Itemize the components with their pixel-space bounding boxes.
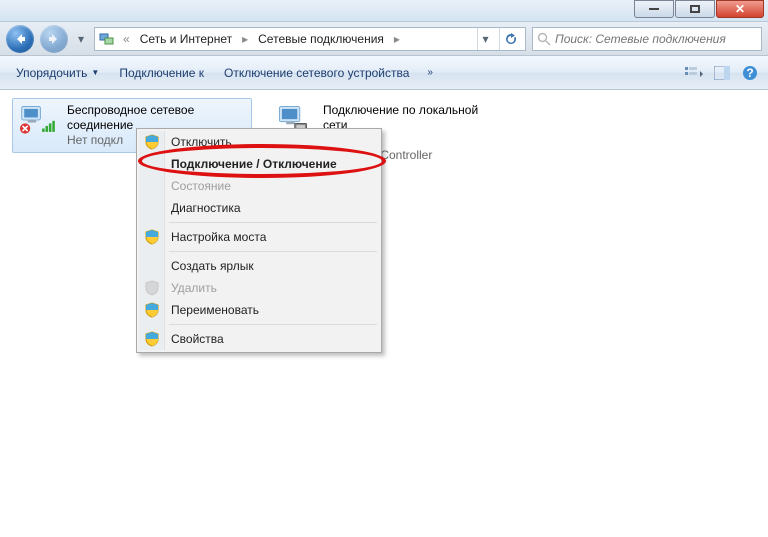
shield-icon — [144, 134, 160, 150]
svg-text:?: ? — [746, 66, 753, 80]
ctx-label: Настройка моста — [171, 230, 266, 244]
view-options-button[interactable] — [684, 63, 704, 83]
ctx-label: Удалить — [171, 281, 217, 295]
chevron-down-icon: ▼ — [91, 68, 99, 77]
address-bar[interactable]: « Сеть и Интернет ▸ Сетевые подключения … — [94, 27, 526, 51]
ctx-label: Свойства — [171, 332, 224, 346]
shield-icon — [144, 331, 160, 347]
breadcrumb-chevron-icon: ▸ — [392, 32, 402, 46]
context-menu: Отключить Подключение / Отключение Состо… — [136, 128, 382, 353]
refresh-icon — [504, 32, 518, 46]
ctx-separator — [169, 324, 377, 325]
refresh-button[interactable] — [499, 28, 521, 50]
shield-icon — [144, 302, 160, 318]
ctx-status: Состояние — [139, 175, 379, 197]
ctx-rename[interactable]: Переименовать — [139, 299, 379, 321]
shield-icon — [144, 229, 160, 245]
toolbar-overflow[interactable]: » — [421, 63, 439, 82]
ctx-connect-disconnect[interactable]: Подключение / Отключение — [139, 153, 379, 175]
ctx-label: Создать ярлык — [171, 259, 254, 273]
address-dropdown[interactable]: ▾ — [477, 28, 493, 50]
ctx-label: Диагностика — [171, 201, 241, 215]
connect-to-button[interactable]: Подключение к — [111, 62, 212, 84]
ctx-delete: Удалить — [139, 277, 379, 299]
content-area: Беспроводное сетевое соединение Нет подк… — [0, 90, 768, 537]
forward-button — [40, 25, 68, 53]
ctx-label: Подключение / Отключение — [171, 157, 337, 171]
preview-pane-icon — [714, 66, 730, 80]
wifi-adapter-icon — [17, 103, 61, 143]
minimize-button[interactable] — [634, 0, 674, 18]
shield-icon — [144, 280, 160, 296]
title-bar: ✕ — [0, 0, 768, 22]
ctx-disable[interactable]: Отключить — [139, 131, 379, 153]
close-button[interactable]: ✕ — [716, 0, 764, 18]
ctx-label: Состояние — [171, 179, 231, 193]
ctx-label: Отключить — [171, 135, 232, 149]
organize-label: Упорядочить — [16, 66, 87, 80]
ctx-separator — [169, 222, 377, 223]
network-location-icon — [99, 31, 115, 47]
arrow-left-icon — [13, 32, 27, 46]
search-icon — [537, 32, 551, 46]
arrow-right-icon — [47, 32, 61, 46]
ctx-separator — [169, 251, 377, 252]
breadcrumb-segment[interactable]: Сетевые подключения — [256, 32, 386, 46]
help-button[interactable]: ? — [740, 63, 760, 83]
ctx-shortcut[interactable]: Создать ярлык — [139, 255, 379, 277]
nav-history-dropdown[interactable]: ▾ — [74, 32, 88, 46]
toolbar: Упорядочить ▼ Подключение к Отключение с… — [0, 56, 768, 90]
ctx-label: Переименовать — [171, 303, 259, 317]
ctx-bridge[interactable]: Настройка моста — [139, 226, 379, 248]
view-icon — [685, 66, 703, 80]
ctx-properties[interactable]: Свойства — [139, 328, 379, 350]
breadcrumb-chevron-icon: ▸ — [240, 32, 250, 46]
disable-device-button[interactable]: Отключение сетевого устройства — [216, 62, 417, 84]
breadcrumb-segment[interactable]: Сеть и Интернет — [138, 32, 234, 46]
nav-bar: ▾ « Сеть и Интернет ▸ Сетевые подключени… — [0, 22, 768, 56]
connect-to-label: Подключение к — [119, 66, 204, 80]
back-button[interactable] — [6, 25, 34, 53]
search-input[interactable] — [555, 32, 757, 46]
ctx-diagnose[interactable]: Диагностика — [139, 197, 379, 219]
preview-pane-button[interactable] — [712, 63, 732, 83]
breadcrumb-overflow[interactable]: « — [121, 32, 132, 46]
organize-menu[interactable]: Упорядочить ▼ — [8, 62, 107, 84]
disable-device-label: Отключение сетевого устройства — [224, 66, 409, 80]
search-box[interactable] — [532, 27, 762, 51]
maximize-button[interactable] — [675, 0, 715, 18]
help-icon: ? — [742, 65, 758, 81]
